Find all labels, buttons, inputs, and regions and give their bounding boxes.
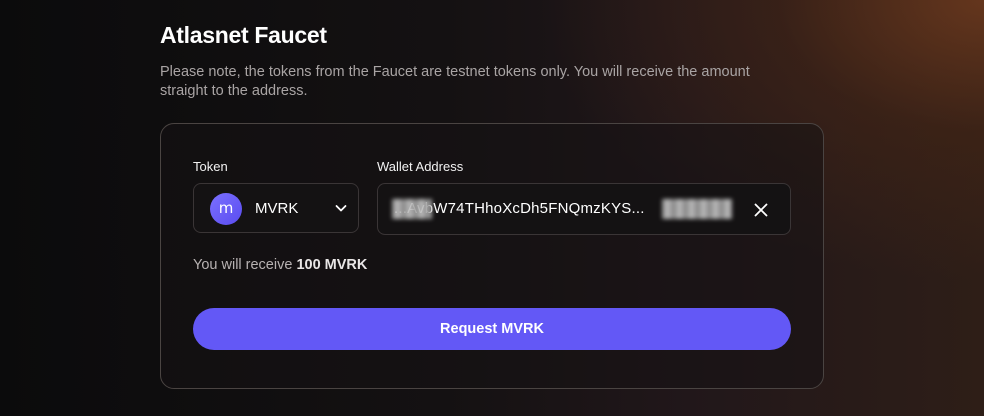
page-title: Atlasnet Faucet <box>160 22 327 48</box>
token-logo-glyph: m <box>218 199 234 217</box>
token-select[interactable]: m MVRK <box>193 183 359 233</box>
receive-prefix: You will receive <box>193 257 293 273</box>
wallet-address-input[interactable]: ...AvbW74THhoXcDh5FNQmzKYS... <box>377 183 791 235</box>
chevron-down-icon <box>335 205 347 212</box>
mvrk-token-icon: m <box>210 193 242 225</box>
redaction-blur <box>662 199 732 219</box>
request-mvrk-button[interactable]: Request MVRK <box>193 308 791 350</box>
faucet-note: Please note, the tokens from the Faucet … <box>160 64 750 99</box>
receive-amount: 100 MVRK <box>296 257 368 273</box>
faucet-form-card: Token Wallet Address m MVRK ...AvbW74THh… <box>160 123 824 389</box>
token-label: Token <box>193 159 228 174</box>
close-icon[interactable] <box>751 200 771 220</box>
token-symbol: MVRK <box>255 200 299 217</box>
redaction-blur <box>392 199 432 219</box>
wallet-address-label: Wallet Address <box>377 159 464 174</box>
receive-summary: You will receive 100 MVRK <box>193 257 367 273</box>
